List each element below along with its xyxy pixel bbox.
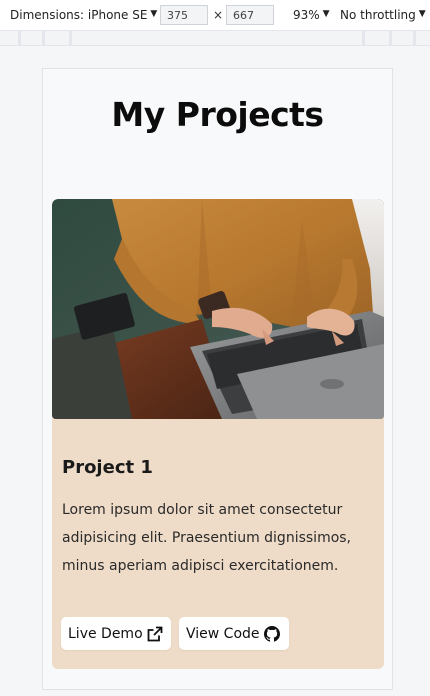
page-title: My Projects bbox=[111, 95, 324, 134]
project-description: Lorem ipsum dolor sit amet consectetur a… bbox=[62, 502, 352, 574]
ruler-segment[interactable] bbox=[392, 31, 413, 45]
devtools-toolbar: Dimensions: iPhone SE ▼ 375 × 667 93% ▼ … bbox=[0, 0, 430, 30]
device-dimensions-label: Dimensions: iPhone SE bbox=[10, 8, 148, 22]
viewport-height-input[interactable]: 667 bbox=[226, 5, 274, 25]
ruler-segment[interactable] bbox=[0, 31, 18, 45]
caret-down-icon: ▼ bbox=[150, 9, 158, 19]
zoom-dropdown[interactable]: 93% ▼ bbox=[293, 8, 330, 22]
view-code-button[interactable]: View Code bbox=[179, 617, 289, 650]
view-code-label: View Code bbox=[186, 625, 260, 642]
ruler-segment[interactable] bbox=[45, 31, 69, 45]
ruler-segment[interactable] bbox=[365, 31, 389, 45]
caret-down-icon: ▼ bbox=[322, 9, 330, 19]
caret-down-icon: ▼ bbox=[418, 9, 426, 19]
external-link-icon bbox=[147, 626, 163, 641]
ruler-segment[interactable] bbox=[21, 31, 42, 45]
ruler-segment[interactable] bbox=[72, 31, 362, 45]
project-image bbox=[52, 199, 384, 419]
throttling-dropdown[interactable]: No throttling ▼ bbox=[340, 8, 426, 22]
device-viewport: My Projects Project 1 Lorem ipsum dolor … bbox=[42, 68, 393, 690]
project-title: Project 1 bbox=[62, 457, 153, 478]
github-icon bbox=[263, 625, 280, 642]
project-card: Project 1 Lorem ipsum dolor sit amet con… bbox=[52, 199, 384, 669]
throttling-label: No throttling bbox=[340, 8, 416, 22]
device-dimensions-dropdown[interactable]: Dimensions: iPhone SE ▼ bbox=[10, 8, 157, 22]
zoom-label: 93% bbox=[293, 8, 320, 22]
viewport-width-input[interactable]: 375 bbox=[160, 5, 208, 25]
live-demo-button[interactable]: Live Demo bbox=[61, 617, 171, 650]
live-demo-label: Live Demo bbox=[68, 625, 143, 642]
ruler-segment[interactable] bbox=[416, 31, 430, 45]
media-query-ruler[interactable] bbox=[0, 30, 430, 46]
dimension-separator: × bbox=[213, 8, 224, 22]
